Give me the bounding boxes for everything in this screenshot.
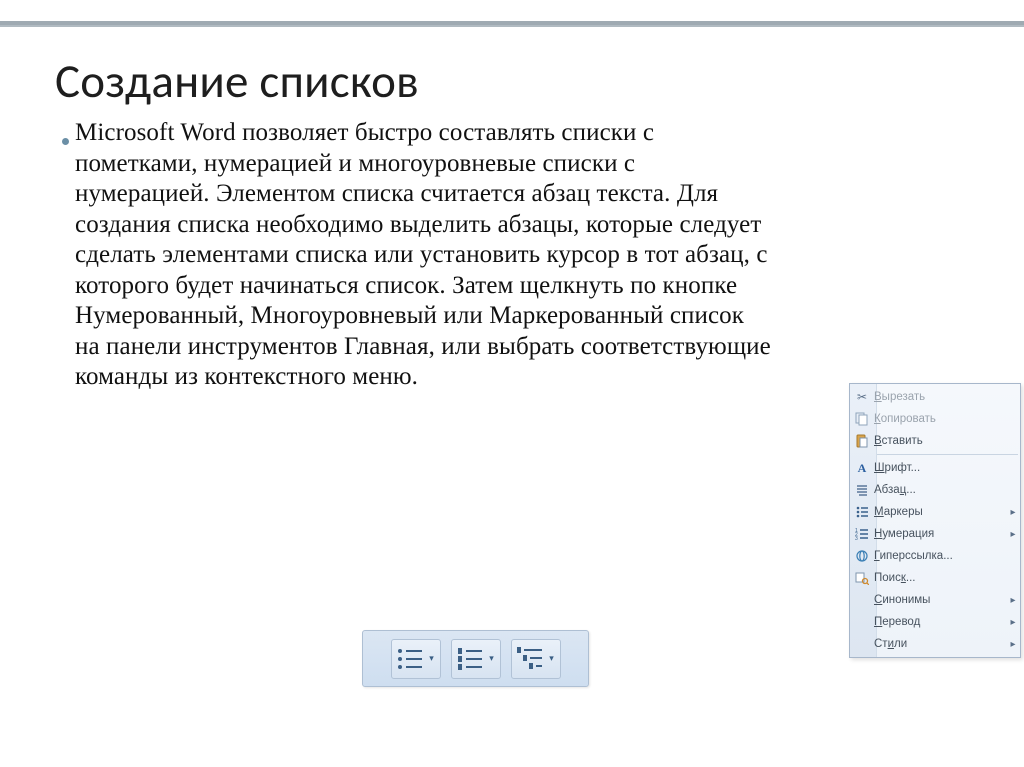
body-paragraph: Microsoft Word позволяет быстро составля…: [75, 118, 775, 393]
multilevel-list-button[interactable]: ▾: [511, 639, 561, 679]
numbering-icon: 123: [850, 527, 874, 541]
menu-item-numbering[interactable]: 123 Нумерация ▸: [850, 523, 1020, 545]
multilevel-list-icon: [515, 644, 547, 674]
menu-label: Стили: [874, 638, 1006, 650]
slide-title: Создание списков: [55, 52, 969, 110]
numbered-list-button[interactable]: ▾: [451, 639, 501, 679]
bulleted-list-button[interactable]: ▾: [391, 639, 441, 679]
menu-label: Перевод: [874, 616, 1006, 628]
menu-item-font[interactable]: A Шрифт...: [850, 457, 1020, 479]
menu-item-copy[interactable]: Копировать: [850, 408, 1020, 430]
menu-label: Шрифт...: [874, 462, 1020, 474]
paste-icon: [850, 434, 874, 448]
menu-label: Нумерация: [874, 528, 1006, 540]
menu-separator: [877, 454, 1018, 455]
bullet-list-icon: [395, 644, 427, 674]
menu-label: Вырезать: [874, 391, 1020, 403]
chevron-right-icon: ▸: [1006, 507, 1020, 518]
menu-item-synonyms[interactable]: Синонимы ▸: [850, 589, 1020, 611]
menu-label: Поиск...: [874, 572, 1020, 584]
search-icon: [850, 571, 874, 585]
menu-item-paste[interactable]: Вставить: [850, 430, 1020, 452]
chevron-down-icon[interactable]: ▾: [547, 653, 557, 664]
svg-text:3: 3: [855, 536, 858, 541]
bullets-icon: [850, 505, 874, 519]
menu-item-hyperlink[interactable]: Гиперссылка...: [850, 545, 1020, 567]
chevron-right-icon: ▸: [1006, 529, 1020, 540]
menu-item-bullets[interactable]: Маркеры ▸: [850, 501, 1020, 523]
ribbon-paragraph-group: ▾ ▾ ▾: [362, 630, 589, 687]
menu-label: Маркеры: [874, 506, 1006, 518]
chevron-right-icon: ▸: [1006, 617, 1020, 628]
menu-item-cut[interactable]: ✂ Вырезать: [850, 386, 1020, 408]
menu-label: Копировать: [874, 413, 1020, 425]
menu-item-styles[interactable]: Стили ▸: [850, 633, 1020, 655]
chevron-right-icon: ▸: [1006, 639, 1020, 650]
copy-icon: [850, 412, 874, 426]
menu-label: Вставить: [874, 435, 1020, 447]
hyperlink-icon: [850, 549, 874, 563]
menu-label: Синонимы: [874, 594, 1006, 606]
font-a-icon: A: [850, 461, 874, 476]
menu-item-paragraph[interactable]: Абзац...: [850, 479, 1020, 501]
menu-item-search[interactable]: Поиск...: [850, 567, 1020, 589]
paragraph-icon: [850, 483, 874, 497]
chevron-down-icon[interactable]: ▾: [427, 653, 437, 664]
context-menu: ✂ Вырезать Копировать Вставить A Шрифт..…: [849, 383, 1021, 658]
numbered-list-icon: [455, 644, 487, 674]
chevron-right-icon: ▸: [1006, 595, 1020, 606]
scissors-icon: ✂: [850, 390, 874, 404]
menu-item-translate[interactable]: Перевод ▸: [850, 611, 1020, 633]
menu-label: Абзац...: [874, 484, 1020, 496]
menu-label: Гиперссылка...: [874, 550, 1020, 562]
bullet-marker: [55, 118, 75, 150]
chevron-down-icon[interactable]: ▾: [487, 653, 497, 664]
